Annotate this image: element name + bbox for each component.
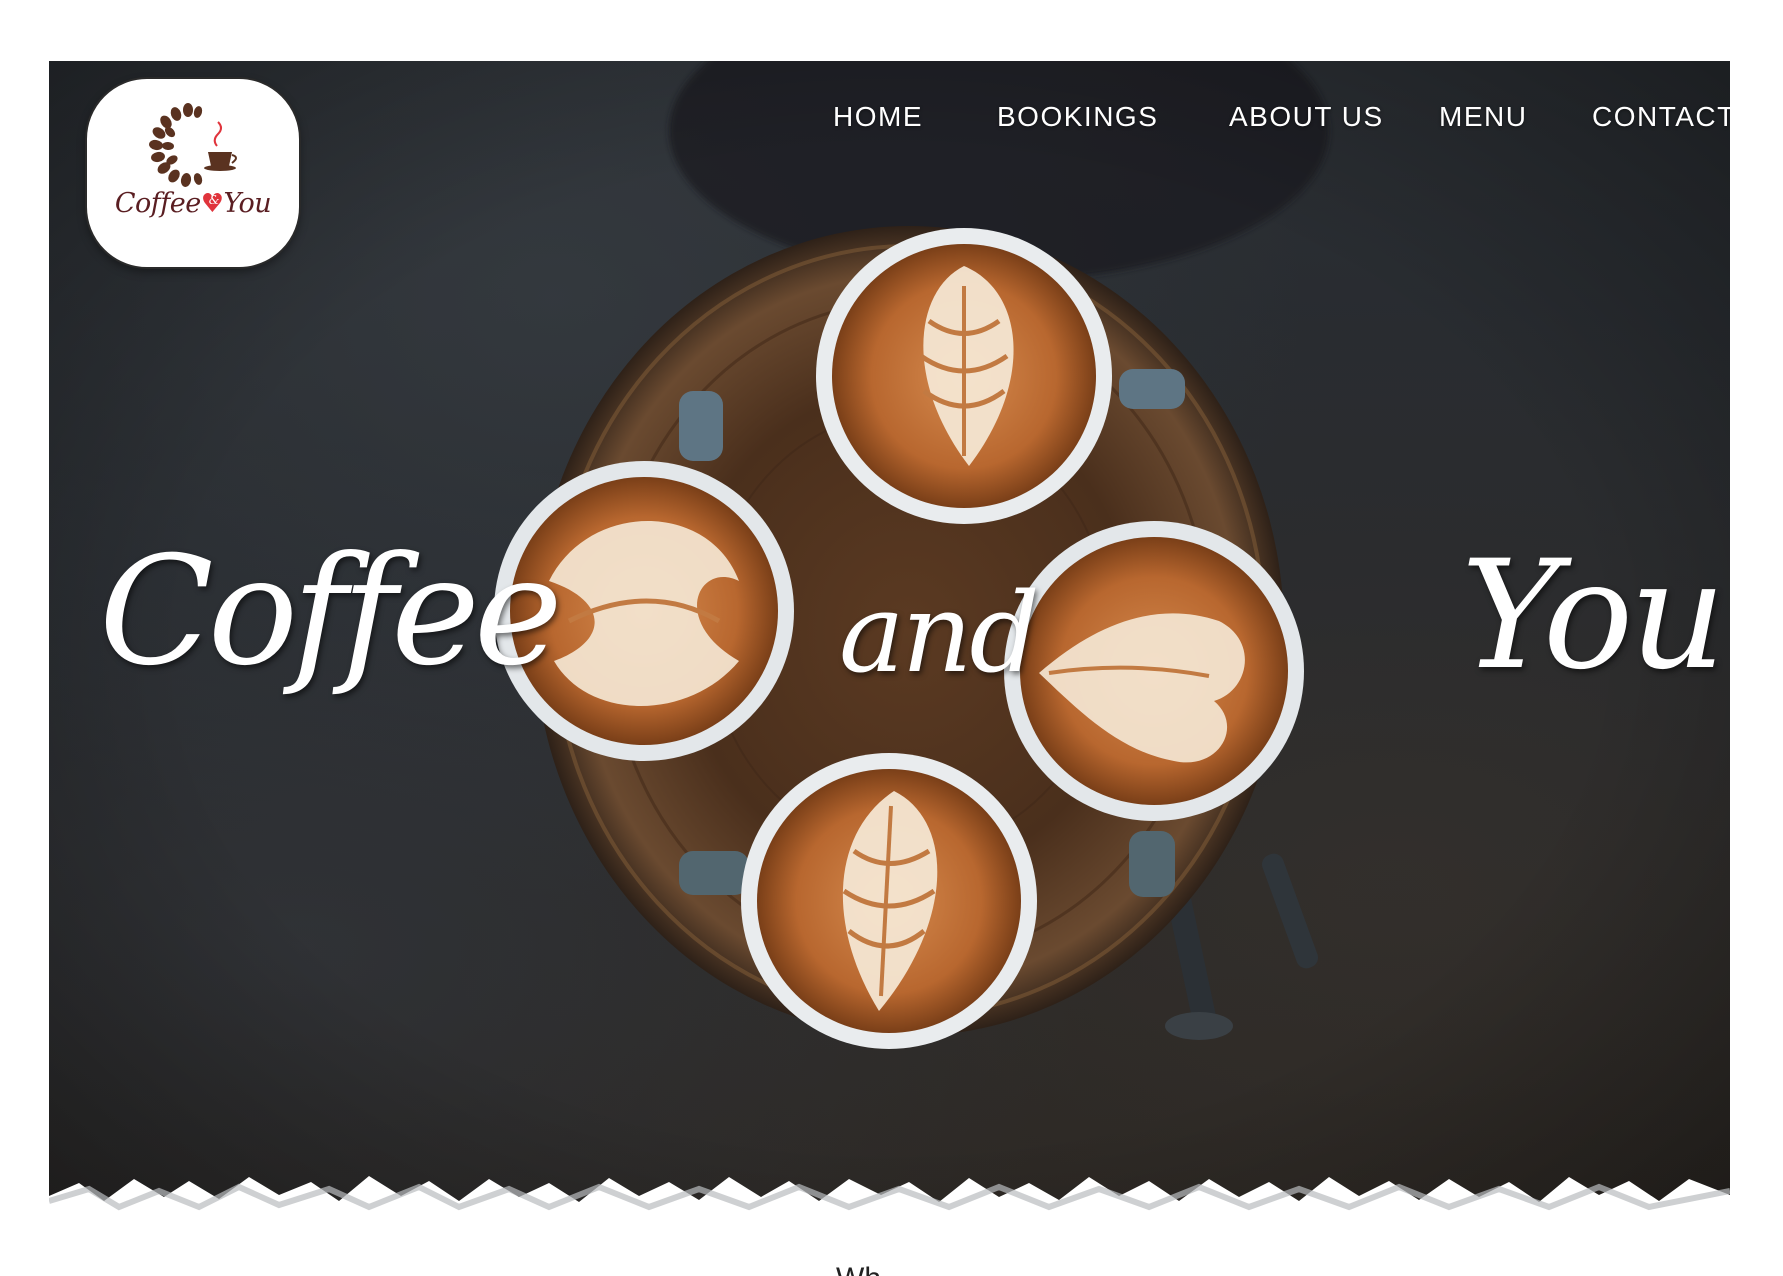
nav-contact-link[interactable]: CONTACT [1592,101,1730,133]
nav-about-us-link[interactable]: ABOUT US [1229,101,1384,133]
main-nav: HOME BOOKINGS ABOUT US MENU CONTACT [49,101,1730,141]
section-heading-partial: Wh [836,1262,881,1276]
nav-home-link[interactable]: HOME [833,101,923,133]
logo-ampersand: & [208,193,220,207]
hero-word-coffee: Coffee [99,525,563,699]
nav-bookings-link[interactable]: BOOKINGS [997,101,1158,133]
nav-menu-link[interactable]: MENU [1439,101,1527,133]
logo-text-you: You [223,188,272,219]
hero-word-and: and [839,569,1040,697]
hero-banner: Coffee♥ & You HOME BOOKINGS ABOUT US MENU … [49,61,1730,1241]
logo-text-coffee: Coffee [114,188,201,219]
page: Coffee♥ & You HOME BOOKINGS ABOUT US MENU … [0,0,1783,1276]
logo-wordmark: Coffee♥ & You [90,188,296,219]
heart-icon: ♥ & [200,189,224,219]
hero-word-you: You [1461,529,1726,703]
